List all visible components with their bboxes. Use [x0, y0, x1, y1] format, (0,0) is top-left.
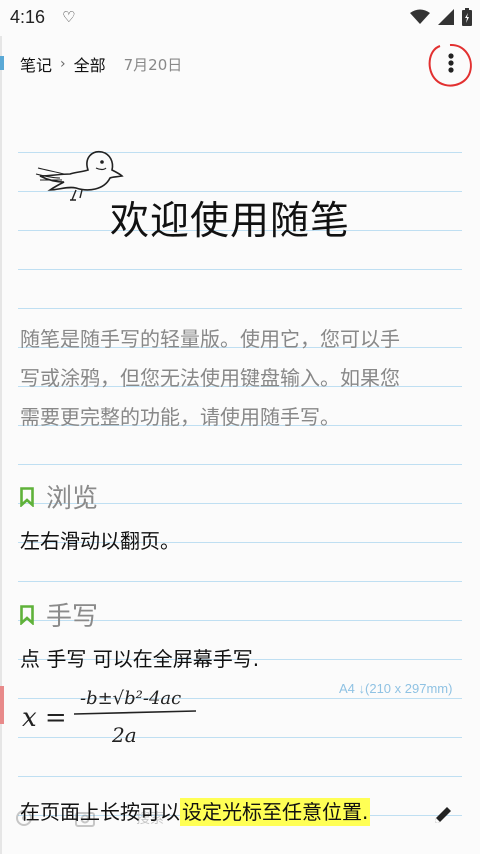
description-line: 需要更完整的功能，请使用随手写。 — [20, 405, 340, 429]
note-date: 7月20日 — [123, 55, 183, 74]
system-icons — [410, 8, 472, 26]
status-bar: 4:16 ♡ — [0, 0, 480, 36]
more-vert-icon — [428, 43, 472, 87]
more-options-button[interactable] — [424, 40, 474, 90]
description-line: 写或涂鸦，但您无法使用键盘输入。如果您 — [20, 366, 400, 390]
description-line: 随笔是随手写的轻量版。使用它，您可以手 — [20, 327, 400, 351]
formula-numerator: -b±√b²-4ac — [80, 688, 181, 709]
section-handwrite-title: 手写 — [46, 602, 99, 632]
section-browse-title: 浏览 — [46, 484, 99, 514]
paper-size-label: A4 ↓(210 x 297mm) — [339, 681, 453, 696]
handwritten-formula: x = -b±√b²-4ac 2a — [22, 688, 197, 747]
battery-icon — [462, 8, 472, 26]
page-title: 欢迎使用随笔 — [110, 199, 351, 244]
cursor-tip-highlight: 设定光标至任意位置. — [180, 798, 371, 826]
formula-left: x = — [22, 703, 67, 733]
section-handwrite-text: 点 手写 可以在全屏幕手写. — [20, 647, 260, 671]
breadcrumb: 笔记 › 全部 7月20日 — [20, 50, 182, 78]
page-marker-red — [0, 686, 4, 724]
bookmark-icon — [20, 604, 34, 625]
section-handwrite-heading: 手写 — [20, 596, 98, 633]
bookmark-icon — [20, 486, 34, 507]
description: 随笔是随手写的轻量版。使用它，您可以手 写或涂鸦，但您无法使用键盘输入。如果您 … — [20, 320, 460, 437]
heart-icon: ♡ — [62, 8, 76, 26]
pen-icon[interactable] — [432, 804, 454, 826]
formula-denominator: 2a — [111, 723, 137, 747]
status-time: 4:16 — [10, 7, 46, 27]
page-edge — [0, 36, 2, 854]
breadcrumb-folder[interactable]: 全部 — [74, 52, 106, 76]
breadcrumb-notebook[interactable]: 笔记 — [20, 52, 52, 76]
page-marker — [0, 56, 4, 70]
cursor-tip-text: 在页面上长按可以 设定光标至任意位置. — [20, 796, 371, 826]
signal-icon — [438, 9, 454, 25]
chevron-right-icon: › — [60, 56, 66, 72]
wifi-icon — [410, 9, 430, 24]
section-browse-heading: 浏览 — [20, 478, 98, 515]
cursor-tip-plain: 在页面上长按可以 — [20, 800, 180, 824]
section-browse-text: 左右滑动以翻页。 — [20, 529, 180, 553]
